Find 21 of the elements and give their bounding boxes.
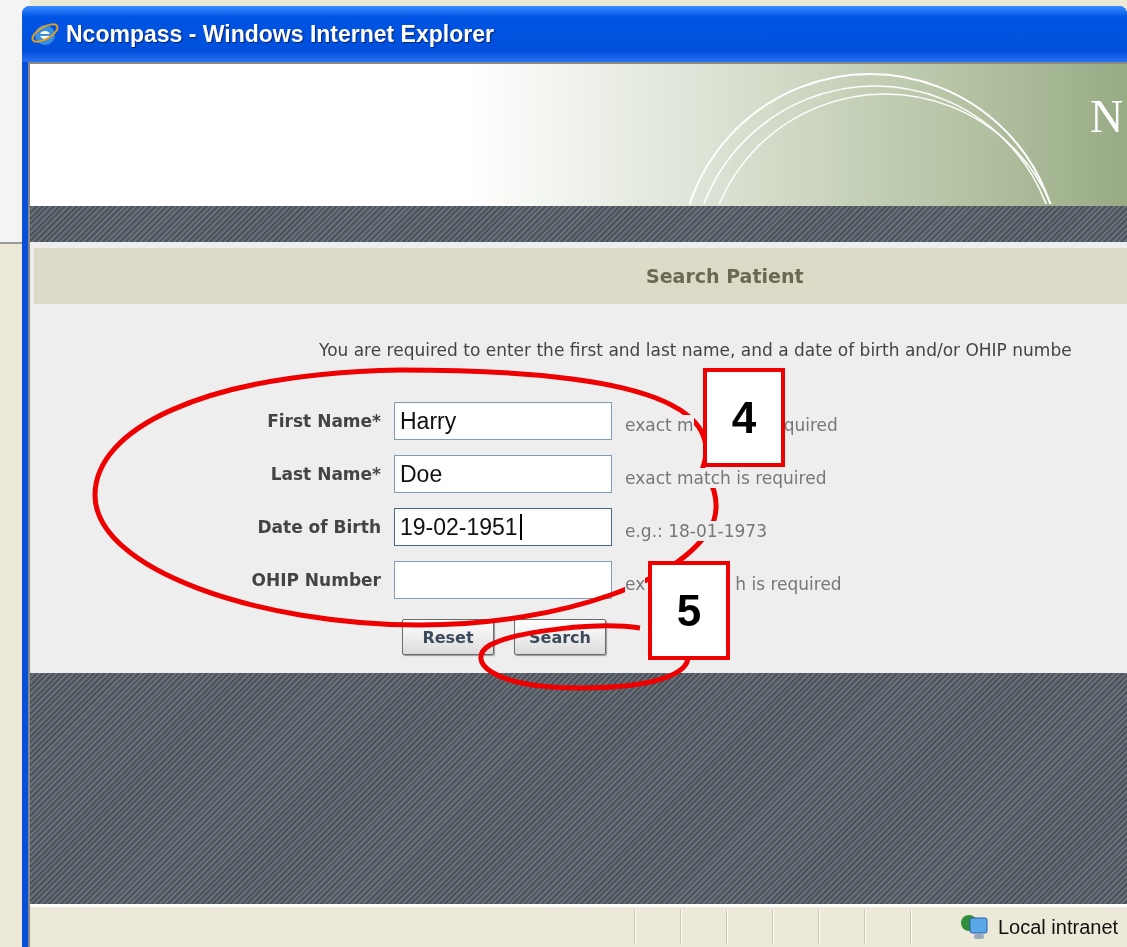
text-cursor xyxy=(519,514,522,540)
field-label: Last Name* xyxy=(269,464,381,484)
instructions-text: You are required to enter the first and last name, and a date of birth and/or OHIP numbe xyxy=(318,340,1073,360)
field-label: First Name* xyxy=(266,411,381,431)
hint-text: exact match is required xyxy=(625,468,827,488)
input-field[interactable] xyxy=(394,561,612,599)
input-field[interactable]: Doe xyxy=(394,455,612,493)
callout-number: 5 xyxy=(648,561,730,660)
hint-text: e.g.: 18-01-1973 xyxy=(625,521,767,541)
input-field[interactable]: 19-02-1951 xyxy=(394,508,612,546)
field-label: Date of Birth xyxy=(256,517,381,537)
window-title: Ncompass - Windows Internet Explorer xyxy=(66,20,494,48)
field-label: OHIP Number xyxy=(250,570,381,590)
input-field[interactable]: Harry xyxy=(394,402,612,440)
callout-number: 4 xyxy=(703,368,785,467)
browser-icon xyxy=(30,20,60,48)
hint-text: quired xyxy=(783,415,838,435)
zone-text: Local intranet xyxy=(998,915,1119,939)
hint-text: h is required xyxy=(735,574,842,594)
panel-title: Search Patient xyxy=(646,265,804,287)
logo-text: N xyxy=(1090,90,1124,143)
